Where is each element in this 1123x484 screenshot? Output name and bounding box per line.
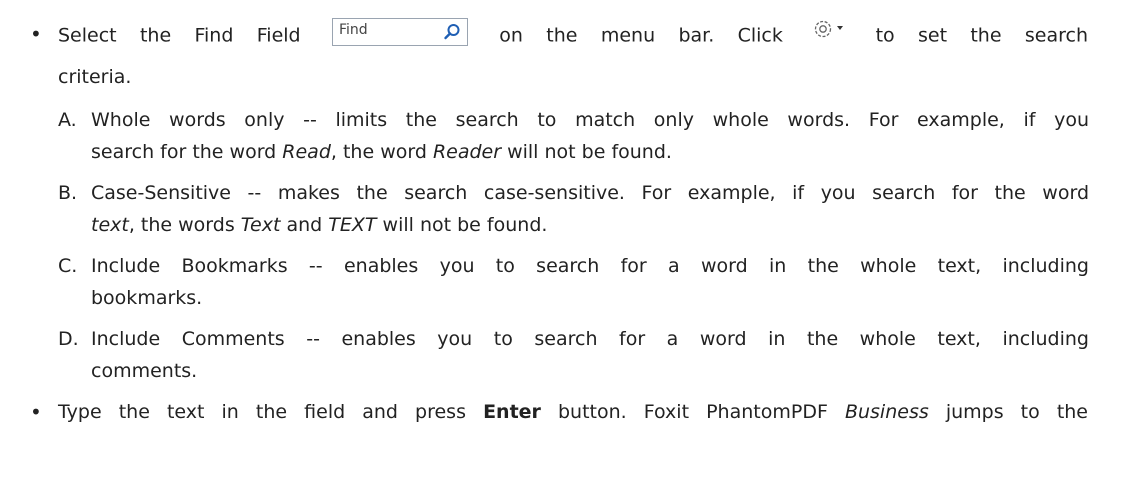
search-icon xyxy=(444,24,460,40)
item-c-label: C. xyxy=(58,255,78,277)
gear-icon xyxy=(815,20,844,38)
item-d-line-1: Include Comments -- enables you to searc… xyxy=(91,328,1089,350)
bullet: • xyxy=(30,22,42,46)
gear-dropdown-button[interactable] xyxy=(812,18,846,46)
item-b-line-2: text, the words Text and TEXT will not b… xyxy=(91,214,548,236)
find-field[interactable]: Find xyxy=(331,18,468,46)
item-b-line-1: Case-Sensitive -- makes the search case-… xyxy=(91,182,1089,204)
bullet: • xyxy=(30,400,42,424)
bullet-1-line-1: Select the Find Field Find on the menu b… xyxy=(58,18,1088,50)
item-c-line-2: bookmarks. xyxy=(91,287,203,309)
bullet-1-line-2: criteria. xyxy=(58,66,132,88)
item-c-line-1: Include Bookmarks -- enables you to sear… xyxy=(91,255,1089,277)
item-a-line-2: search for the word Read, the word Reade… xyxy=(91,141,672,163)
item-b-label: B. xyxy=(58,182,78,204)
item-d-label: D. xyxy=(58,328,79,350)
item-a-line-1: Whole words only -- limits the search to… xyxy=(91,109,1089,131)
item-a-label: A. xyxy=(58,109,77,131)
item-d-line-2: comments. xyxy=(91,360,198,382)
bullet-2-line-1: Type the text in the field and press Ent… xyxy=(58,401,1088,423)
document-page: • Select the Find Field Find on the menu… xyxy=(0,0,1123,484)
find-placeholder: Find xyxy=(338,22,368,38)
